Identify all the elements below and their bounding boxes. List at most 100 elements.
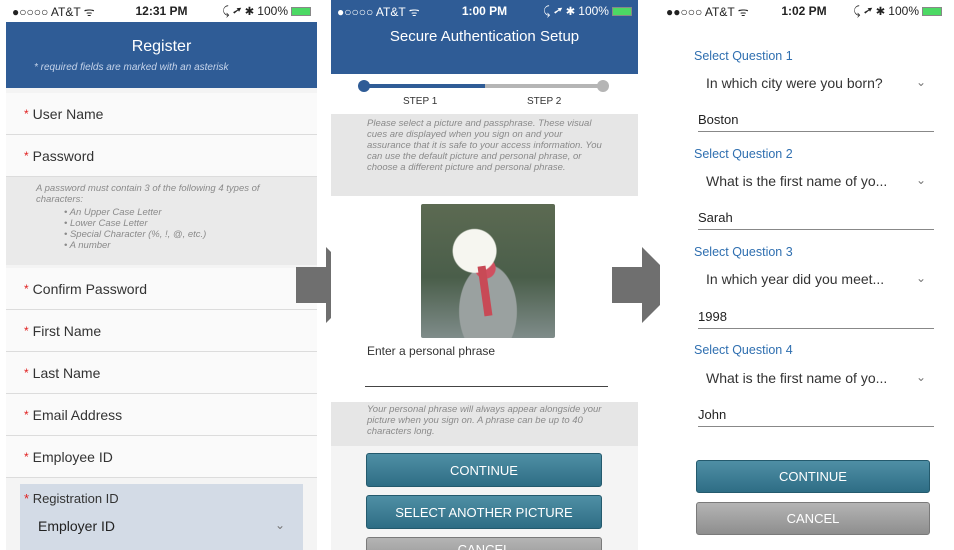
required-marker: * [24,281,29,296]
cancel-button[interactable]: CANCEL [696,502,930,535]
answer-1-field[interactable]: Boston [698,112,934,132]
field-label: User Name [32,105,104,122]
status-bar: ●○○○○ AT&T ᯤ 1:00 PM ⤹ ➚ ✱ 100% [331,0,638,22]
select-another-picture-button[interactable]: SELECT ANOTHER PICTURE [366,495,602,529]
carrier-label: ●●○○○ AT&T ᯤ [666,4,749,19]
continue-button[interactable]: CONTINUE [366,453,602,487]
phrase-note: Your personal phrase will always appear … [331,402,638,446]
registration-label-text: Registration ID [32,491,119,506]
status-indicators: ⤹ ➚ ✱ 100% [853,3,919,18]
question-3-select[interactable]: In which year did you meet... ⌄ [706,271,926,287]
page-title: Register [131,38,192,55]
question-4-select[interactable]: What is the first name of yo... ⌄ [706,370,926,386]
status-right: ⤹ ➚ ✱ 100% [534,4,632,19]
chevron-down-icon: ⌄ [915,173,926,187]
register-screen: ●○○○○ AT&T ᯤ 12:31 PM ⤹ ➚ ✱ 100% Registe… [6,0,317,550]
phrase-input[interactable] [365,386,608,387]
rule-text: Lower Case Letter [69,218,148,229]
step-dot-start [358,80,370,92]
chevron-down-icon: ⌄ [274,518,285,532]
answer-3-field[interactable]: 1998 [698,309,934,329]
question-text: In which year did you meet... [706,271,885,287]
page-title: Secure Authentication Setup [331,22,638,74]
password-rule: • Special Character (%, !, @, etc.) [64,229,207,240]
password-field[interactable]: * Password [6,135,317,177]
field-label: First Name [32,322,102,339]
confirm-password-field[interactable]: * Confirm Password [6,268,317,310]
instructions-text: Please select a picture and passphrase. … [331,114,638,196]
status-right: ⤹ ➚ ✱ 100% [211,3,312,19]
picture-phrase-panel: Enter a personal phrase [331,196,638,402]
password-rule: • A number [64,240,111,251]
question-2-label: Select Question 2 [694,147,793,161]
carrier-label: ●○○○○ AT&T ᯤ [12,4,95,19]
field-label: Password [32,147,95,164]
phrase-label: Enter a personal phrase [367,344,496,358]
status-time: 1:02 PM [781,4,827,18]
password-hint: A password must contain 3 of the followi… [6,177,317,265]
registration-id-select[interactable]: Employer ID ⌄ [38,518,285,534]
status-indicators: ⤹ ➚ ✱ 100% [543,3,609,18]
required-marker: * [24,148,29,163]
step-progress-remaining [485,84,601,88]
step-progress-complete [363,84,485,88]
bird-beak [477,265,493,317]
security-picture[interactable] [421,204,555,338]
required-marker: * [24,449,29,464]
required-marker: * [24,365,29,380]
rule-text: An Upper Case Letter [69,207,162,218]
field-label: Email Address [32,406,123,423]
password-rule: • An Upper Case Letter [64,207,162,218]
battery-icon [611,6,632,16]
registration-id-block: * Registration ID Employer ID ⌄ [20,484,303,550]
step-2-label: STEP 2 [527,96,562,107]
chevron-down-icon: ⌄ [915,370,926,384]
battery-icon [922,6,942,16]
required-marker: * [24,323,29,338]
question-1-label: Select Question 1 [694,49,793,63]
question-4-label: Select Question 4 [694,343,793,357]
last-name-field[interactable]: * Last Name [6,352,317,394]
field-label: Last Name [32,364,101,381]
selected-value: Employer ID [38,518,116,534]
answer-4-field[interactable]: John [698,407,934,427]
question-2-select[interactable]: What is the first name of yo... ⌄ [706,173,926,189]
question-text: In which city were you born? [706,75,883,91]
password-rules: • An Upper Case Letter • Lower Case Lett… [64,207,287,251]
chevron-down-icon: ⌄ [915,271,926,285]
required-marker: * [24,106,29,121]
question-text: What is the first name of yo... [706,370,888,386]
status-bar: ●●○○○ AT&T ᯤ 1:02 PM ⤹ ➚ ✱ 100% [660,0,948,22]
continue-button[interactable]: CONTINUE [696,460,930,493]
required-marker: * [24,407,29,422]
step-dot-end [597,80,609,92]
step-1-label: STEP 1 [403,96,438,107]
required-marker: * [24,491,30,506]
auth-setup-screen: ●○○○○ AT&T ᯤ 1:00 PM ⤹ ➚ ✱ 100% Secure A… [331,0,638,550]
question-1-select[interactable]: In which city were you born? ⌄ [706,75,926,91]
battery-icon [291,6,312,16]
question-3-label: Select Question 3 [694,245,793,259]
carrier-label: ●○○○○ AT&T ᯤ [337,4,420,19]
employee-id-field[interactable]: * Employee ID [6,436,317,478]
field-label: Employee ID [32,448,113,465]
status-bar: ●○○○○ AT&T ᯤ 12:31 PM ⤹ ➚ ✱ 100% [6,0,317,22]
user-name-field[interactable]: * User Name [6,93,317,135]
password-rule: • Lower Case Letter [64,218,148,229]
email-field[interactable]: * Email Address [6,394,317,436]
rule-text: A number [69,240,111,251]
step-indicator: STEP 1 STEP 2 [331,74,638,114]
chevron-down-icon: ⌄ [915,75,926,89]
status-right: ⤹ ➚ ✱ 100% [850,4,942,19]
registration-id-label: * Registration ID [20,484,303,506]
first-name-field[interactable]: * First Name [6,310,317,352]
field-label: Confirm Password [32,280,148,297]
cancel-button[interactable]: CANCEL [366,537,602,550]
password-hint-intro: A password must contain 3 of the followi… [36,183,260,205]
answer-2-field[interactable]: Sarah [698,210,934,230]
question-text: What is the first name of yo... [706,173,888,189]
status-time: 1:00 PM [461,4,508,18]
security-questions-screen: ●●○○○ AT&T ᯤ 1:02 PM ⤹ ➚ ✱ 100% Select Q… [660,0,948,550]
status-indicators: ⤹ ➚ ✱ 100% [222,3,289,18]
required-note: * required fields are marked with an ast… [34,62,229,73]
